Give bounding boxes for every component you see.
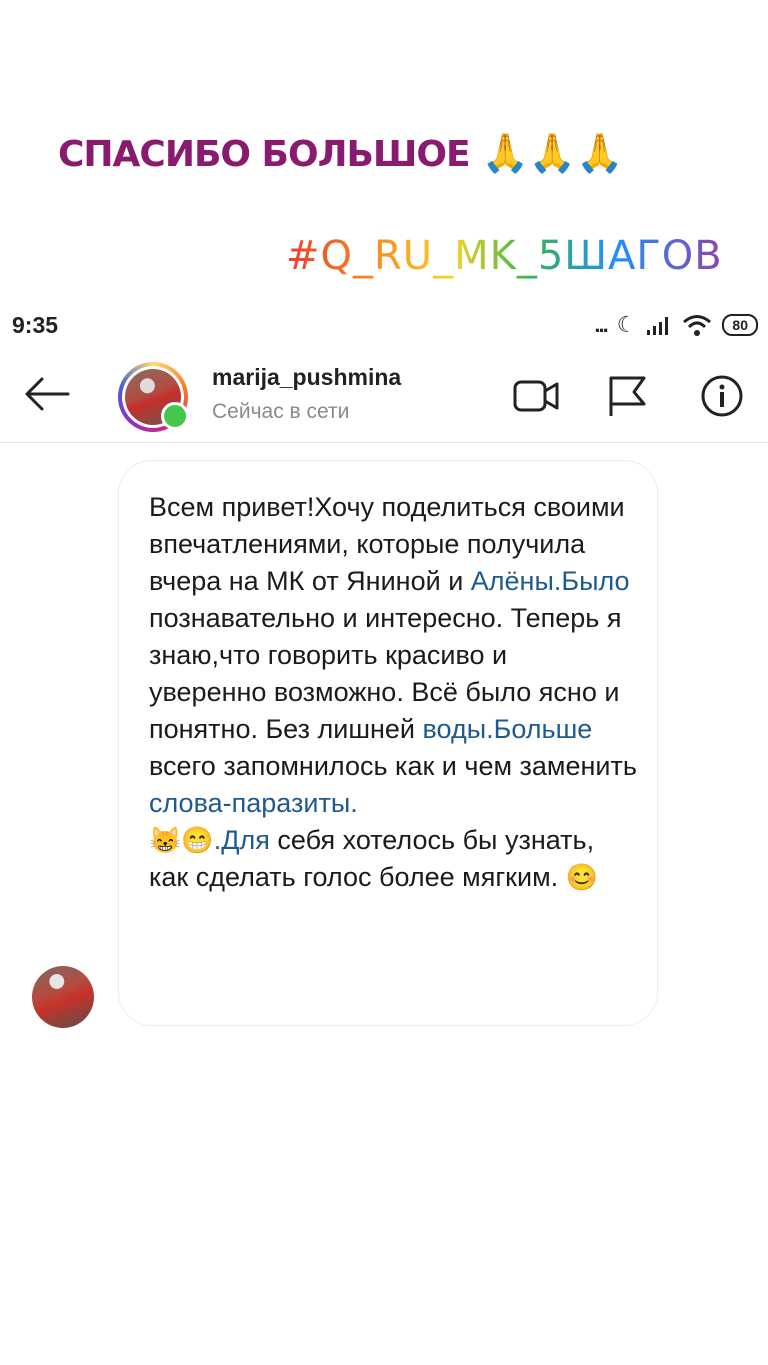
- info-icon[interactable]: [698, 374, 746, 418]
- sender-avatar[interactable]: [32, 966, 94, 1028]
- mention-link-3[interactable]: слова-паразиты.: [149, 788, 358, 818]
- pray-emoji: 🙏🙏🙏: [481, 133, 624, 175]
- chat-username[interactable]: marija_pushmina: [212, 364, 401, 391]
- mention-link-1[interactable]: Алёны.Было: [471, 566, 630, 596]
- thanks-text: СПАСИБО БОЛЬШОЕ: [58, 133, 471, 175]
- status-time: 9:35: [12, 312, 59, 338]
- notification-dots-icon: ...: [594, 312, 608, 337]
- wifi-icon: [683, 315, 712, 336]
- message-bubble[interactable]: Всем привет!Хочу поделиться своими впеча…: [118, 460, 658, 1026]
- presence-status: Сейчас в сети: [212, 400, 350, 423]
- battery-icon: 80: [722, 314, 758, 336]
- status-bar: 9:35 ... ☾ 80: [0, 308, 768, 344]
- status-icons: ... ☾ 80: [594, 312, 758, 338]
- flag-icon[interactable]: [604, 374, 652, 418]
- hashtag-sticker: #Q_RU_MK_5ШАГОВ: [286, 233, 723, 279]
- video-call-icon[interactable]: [512, 374, 560, 418]
- do-not-disturb-icon: ☾: [616, 312, 637, 337]
- message-text: Всем привет!Хочу поделиться своими впеча…: [149, 489, 637, 896]
- arrow-left-icon[interactable]: [22, 374, 72, 414]
- emoji-group-1: 😸😁: [149, 825, 214, 855]
- signal-icon: [647, 317, 669, 335]
- story-thanks-caption: СПАСИБО БОЛЬШОЕ 🙏🙏🙏: [58, 128, 624, 180]
- mention-link-2[interactable]: воды.Больше: [423, 714, 593, 744]
- chat-header: marija_pushmina Сейчас в сети: [0, 350, 768, 443]
- online-status-icon: [161, 402, 189, 430]
- mention-link-4[interactable]: .Для: [214, 825, 270, 855]
- smile-emoji: 😊: [565, 862, 599, 892]
